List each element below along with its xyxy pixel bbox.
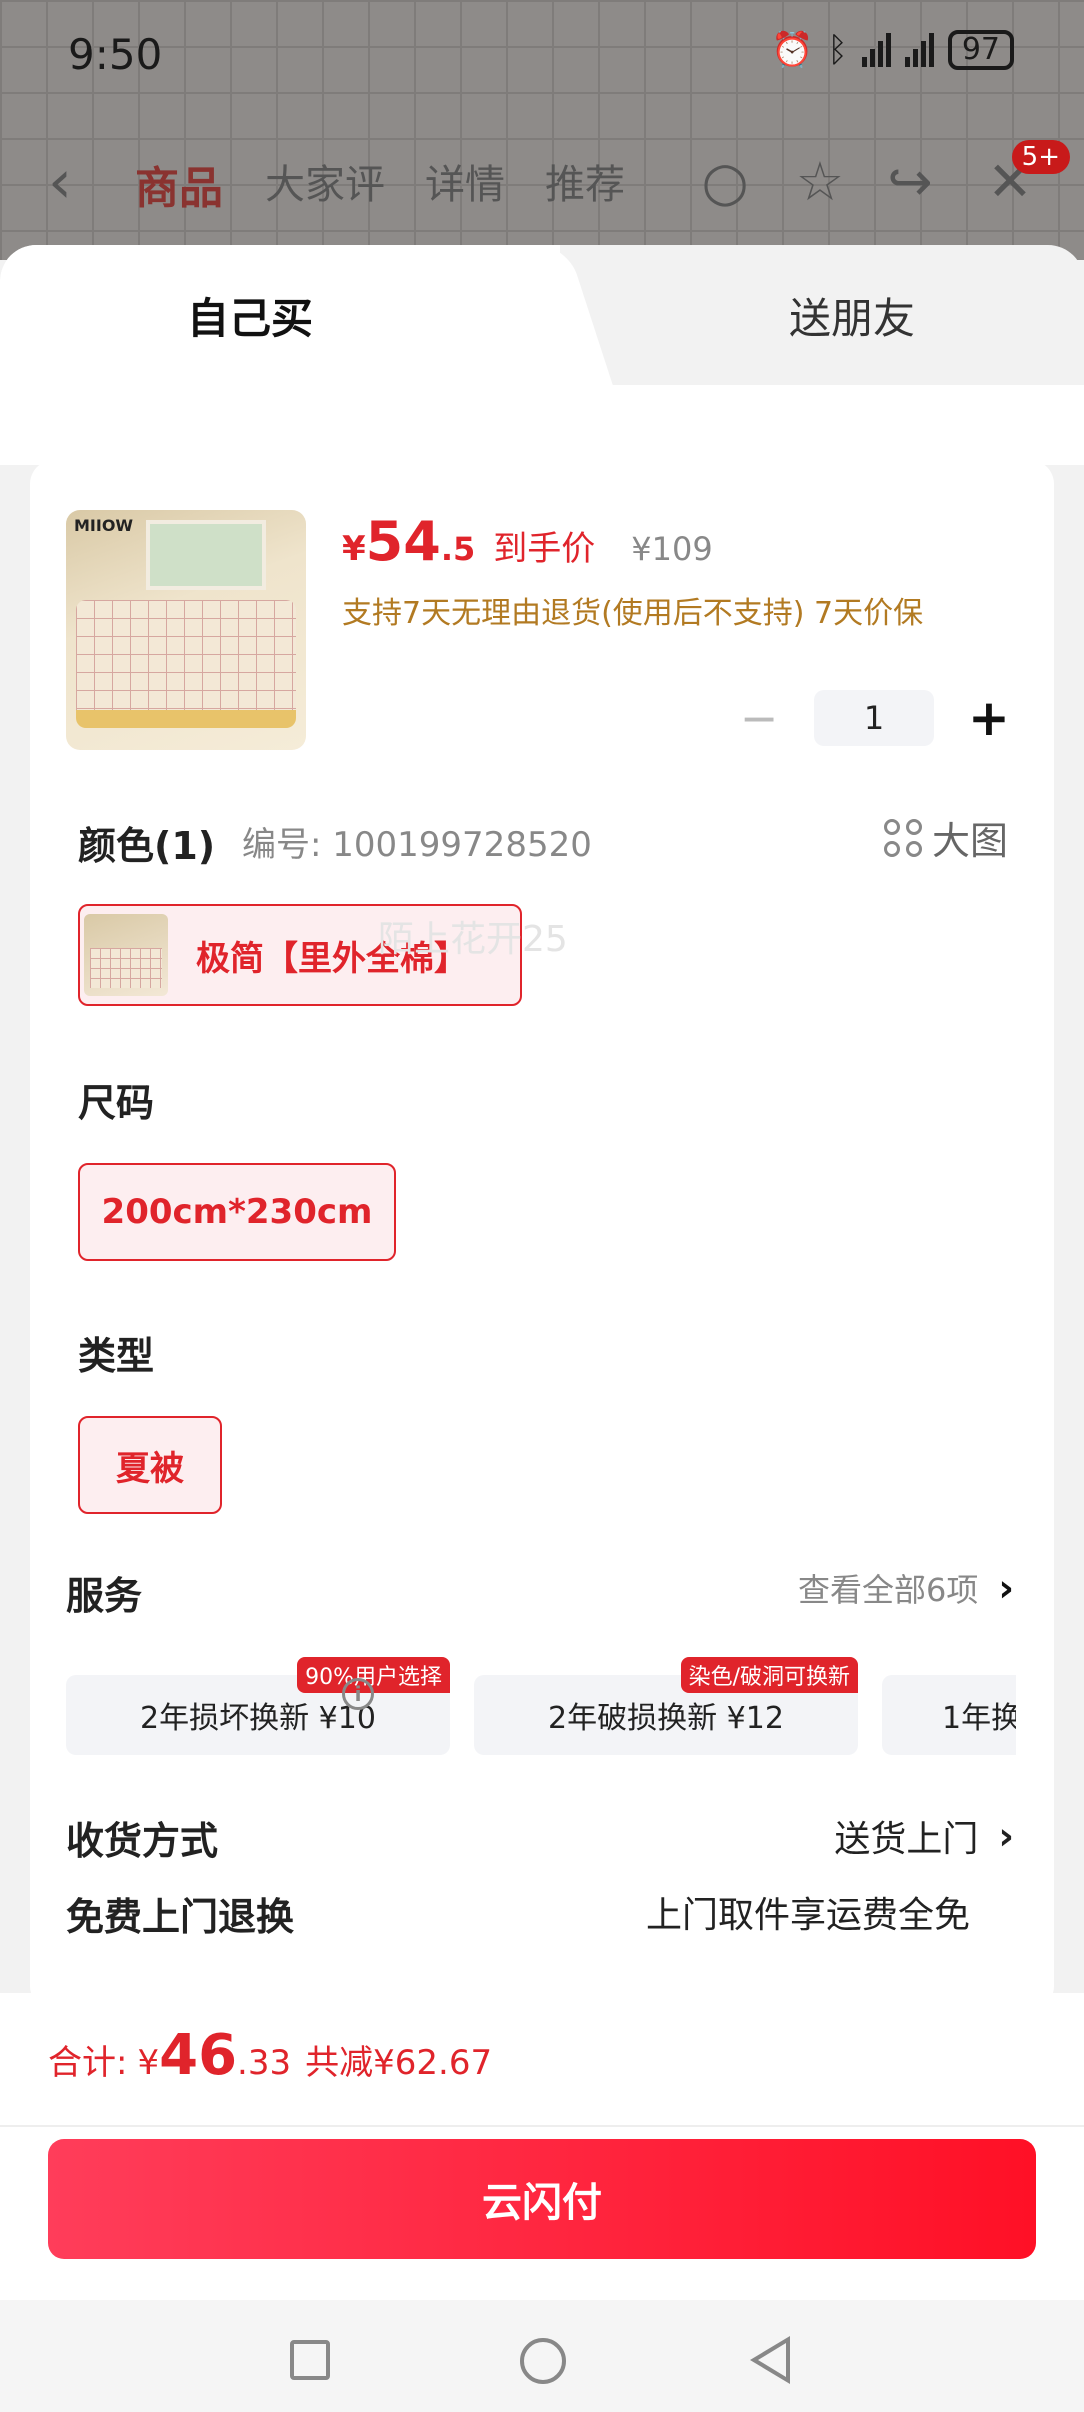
size-option[interactable]: 200cm*230cm bbox=[78, 1163, 396, 1261]
signal-icon-2 bbox=[904, 33, 934, 67]
price-row: ¥ 54 .5 到手价 ¥109 bbox=[342, 510, 713, 573]
status-bar: 9:50 ⏰ ᛒ 97 bbox=[0, 0, 1084, 110]
back-icon[interactable]: ‹ bbox=[48, 152, 88, 212]
big-image-label: 大图 bbox=[931, 819, 1008, 863]
service-item-label: 1年换新 bbox=[942, 1701, 1016, 1736]
color-option-thumbnail bbox=[84, 914, 168, 996]
status-time: 9:50 bbox=[68, 30, 163, 79]
watermark: 陌上花开25 bbox=[378, 919, 568, 960]
return-policy-note: 支持7天无理由退货(使用后不支持) 7天价保 bbox=[342, 596, 924, 631]
decrease-button[interactable]: − bbox=[734, 693, 784, 743]
home-icon[interactable] bbox=[520, 2338, 566, 2384]
tab-product[interactable]: 商品 bbox=[135, 152, 223, 216]
brand-logo: MIIOW bbox=[74, 516, 134, 535]
delivery-method-value: 送货上门 bbox=[834, 1819, 979, 1860]
product-image-bed bbox=[76, 600, 296, 720]
increase-button[interactable]: + bbox=[964, 693, 1014, 743]
total-decimal: .33 bbox=[237, 2043, 292, 2083]
info-icon[interactable]: i bbox=[342, 1678, 374, 1710]
tab-underlay bbox=[0, 385, 1084, 465]
size-title: 尺码 bbox=[78, 1081, 155, 1125]
purchase-sheet: 送朋友 自己买 MIIOW ¥ 54 .5 到手价 ¥109 支持7天无理由退货… bbox=[0, 245, 1084, 1995]
services-view-all-label: 查看全部6项 bbox=[797, 1571, 979, 1609]
quantity-input[interactable]: 1 bbox=[814, 690, 934, 746]
service-item[interactable]: 2年破损换新 ¥12 染色/破洞可换新 bbox=[474, 1657, 858, 1755]
total-integer: 46 bbox=[159, 2023, 238, 2088]
service-item-label: 2年损坏换新 ¥10 bbox=[140, 1701, 376, 1736]
service-item[interactable]: 1年换新 bbox=[882, 1675, 1016, 1755]
battery-icon: 97 bbox=[947, 30, 1014, 70]
alarm-icon: ⏰ bbox=[771, 30, 814, 70]
price-currency: ¥ bbox=[342, 529, 366, 569]
color-title: 颜色(1) bbox=[78, 824, 216, 868]
back-nav-icon[interactable] bbox=[750, 2336, 790, 2384]
service-badge: 染色/破洞可换新 bbox=[680, 1657, 858, 1693]
sheet-tabs: 送朋友 自己买 bbox=[0, 245, 1084, 385]
bluetooth-icon: ᛒ bbox=[827, 30, 848, 70]
tab-gift-friend-label: 送朋友 bbox=[788, 293, 915, 343]
pay-button[interactable]: 云闪付 bbox=[48, 2139, 1036, 2259]
free-return-value: 上门取件享运费全免 bbox=[645, 1895, 970, 1936]
message-badge: 5+ bbox=[1011, 140, 1070, 174]
total-label: 合计: bbox=[48, 2043, 128, 2083]
service-badge: 90%用户选择 bbox=[297, 1657, 450, 1693]
delivery-title: 收货方式 bbox=[66, 1819, 219, 1863]
product-code: 编号: 100199728520 bbox=[242, 825, 592, 865]
price-decimal: .5 bbox=[440, 530, 476, 568]
recents-icon[interactable] bbox=[290, 2340, 330, 2380]
free-return-title: 免费上门退换 bbox=[66, 1895, 295, 1939]
service-item-label: 2年破损换新 ¥12 bbox=[548, 1701, 784, 1736]
tab-recommend[interactable]: 推荐 bbox=[545, 152, 625, 210]
tab-reviews[interactable]: 大家评 bbox=[265, 152, 385, 210]
price-tag: 到手价 bbox=[493, 529, 596, 569]
share-icon[interactable]: ↪ bbox=[880, 152, 940, 212]
quantity-stepper: − 1 + bbox=[734, 690, 1014, 746]
price-integer: 54 bbox=[365, 510, 441, 573]
tab-buy-self[interactable]: 自己买 bbox=[0, 245, 560, 385]
status-icons: ⏰ ᛒ 97 bbox=[771, 30, 1014, 70]
delivery-method[interactable]: 送货上门 › bbox=[834, 1810, 1014, 1862]
divider bbox=[0, 2125, 1084, 2127]
signal-icon bbox=[861, 33, 891, 67]
top-nav: ‹ 商品 大家评 详情 推荐 ○ ☆ ↪ ✕ 5+ bbox=[0, 130, 1084, 240]
total-discount: 共减¥62.67 bbox=[305, 2043, 493, 2083]
type-title: 类型 bbox=[78, 1334, 155, 1378]
tab-details[interactable]: 详情 bbox=[425, 152, 505, 210]
original-price: ¥109 bbox=[631, 530, 713, 568]
product-card: MIIOW ¥ 54 .5 到手价 ¥109 支持7天无理由退货(使用后不支持)… bbox=[30, 460, 1054, 1995]
services-title: 服务 bbox=[66, 1574, 143, 1618]
product-image-trim bbox=[76, 710, 296, 728]
chevron-right-icon: › bbox=[998, 1814, 1014, 1858]
tab-buy-self-label: 自己买 bbox=[186, 293, 313, 343]
total-price: 合计: ¥ 46 .33 共减¥62.67 bbox=[48, 2023, 492, 2088]
grid-icon bbox=[883, 818, 922, 857]
total-currency: ¥ bbox=[137, 2043, 160, 2083]
product-image-window bbox=[146, 520, 266, 590]
service-item[interactable]: 2年损坏换新 ¥10 90%用户选择 bbox=[66, 1657, 450, 1755]
chevron-right-icon: › bbox=[998, 1566, 1014, 1610]
services-view-all[interactable]: 查看全部6项 › bbox=[798, 1565, 1014, 1611]
star-icon[interactable]: ☆ bbox=[790, 152, 850, 212]
search-icon[interactable]: ○ bbox=[695, 152, 755, 212]
type-option[interactable]: 夏被 bbox=[78, 1416, 222, 1514]
tab-gift-friend[interactable]: 送朋友 bbox=[560, 245, 1084, 385]
system-nav-bar bbox=[0, 2300, 1084, 2412]
big-image-button[interactable]: 大图 bbox=[883, 810, 1008, 865]
services-list: 2年损坏换新 ¥10 90%用户选择 2年破损换新 ¥12 染色/破洞可换新 1… bbox=[66, 1655, 1016, 1765]
product-image[interactable]: MIIOW bbox=[66, 510, 306, 750]
